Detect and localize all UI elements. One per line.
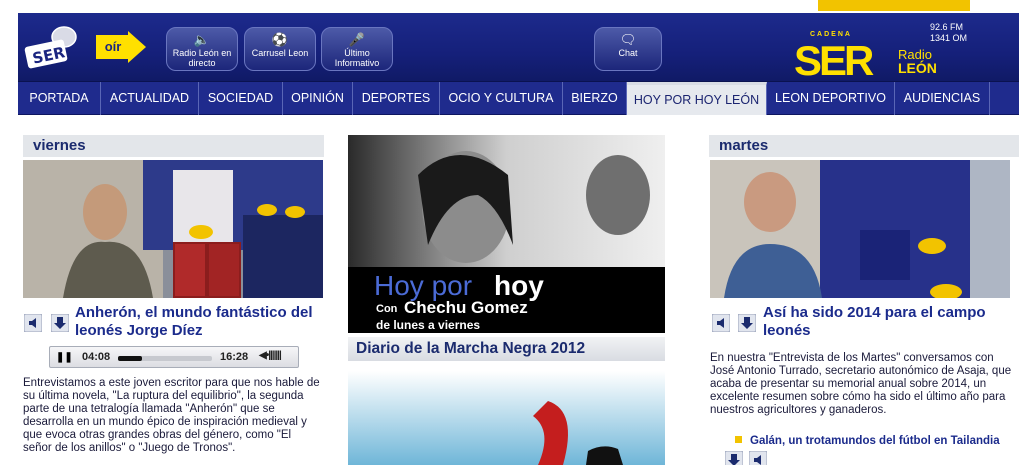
tab-hoy-por-hoy-leon[interactable]: HOY POR HOY LEÓN — [627, 82, 767, 115]
download-arrow-icon[interactable] — [51, 314, 69, 332]
ser-small-logo[interactable]: SER — [24, 23, 84, 73]
player-current-time: 04:08 — [82, 351, 111, 363]
middle-subtitle[interactable]: Diario de la Marcha Negra 2012 — [348, 337, 665, 361]
related-story-label: Galán, un trotamundos del fútbol en Tail… — [750, 435, 1000, 447]
right-story-photo[interactable] — [710, 160, 1010, 298]
chat-button[interactable]: 🗨 Chat — [594, 27, 662, 71]
top-ad-banner[interactable] — [818, 0, 970, 11]
related-story-link[interactable]: Galán, un trotamundos del fútbol en Tail… — [735, 435, 1000, 447]
tab-sociedad[interactable]: SOCIEDAD — [199, 82, 283, 115]
tab-portada[interactable]: PORTADA — [18, 82, 101, 115]
freq-om: 1341 OM — [930, 33, 968, 43]
freq-fm: 92.6 FM — [930, 22, 964, 32]
volume-icon[interactable]: ◀•||||||| — [259, 350, 282, 361]
download-arrow-icon[interactable] — [725, 451, 743, 465]
top-ad-strip — [0, 0, 1033, 13]
radio-leon-directo-button[interactable]: 🔈 Radio León en directo — [166, 27, 238, 71]
hoy-por-hoy-banner[interactable]: Hoy por hoy Con Chechu Gomez de lunes a … — [348, 135, 665, 333]
oir-arrow-icon — [128, 31, 146, 63]
tab-ocio-y-cultura[interactable]: OCIO Y CULTURA — [440, 82, 563, 115]
ultimo-informativo-button[interactable]: 🎤 Último Informativo — [321, 27, 393, 71]
banner-days: de lunes a viernes — [376, 318, 480, 332]
left-story-title[interactable]: Anherón, el mundo fantástico del leonés … — [75, 304, 325, 340]
player-total-time: 16:28 — [220, 351, 249, 363]
marcha-negra-photo[interactable] — [348, 371, 665, 465]
tab-opinion[interactable]: OPINIÓN — [283, 82, 353, 115]
speaker-play-icon[interactable] — [24, 314, 42, 332]
soccer-ball-icon: ⚽ — [271, 32, 289, 47]
left-day-heading: viernes — [20, 135, 324, 157]
site-header: SER oír 🔈 Radio León en directo ⚽ Carrus… — [18, 13, 1019, 82]
banner-name: Chechu Gomez — [404, 298, 528, 317]
chat-bubble-icon: 🗨 — [619, 32, 637, 47]
banner-hoy-por: Hoy por — [374, 270, 472, 301]
tab-bierzo[interactable]: BIERZO — [563, 82, 627, 115]
tab-leon-deportivo[interactable]: LEON DEPORTIVO — [767, 82, 895, 115]
chat-label: Chat — [618, 48, 638, 58]
player-progress-fill — [118, 356, 142, 361]
bullet-square-icon — [735, 436, 742, 443]
oir-label: oír — [96, 35, 130, 59]
right-story-title[interactable]: Así ha sido 2014 para el campo leonés — [763, 304, 1013, 340]
main-nav: PORTADA ACTUALIDAD SOCIEDAD OPINIÓN DEPO… — [18, 82, 1019, 115]
microphone-icon: 🎤 — [348, 32, 366, 47]
tab-audiencias[interactable]: AUDIENCIAS — [895, 82, 990, 115]
frequencies: 92.6 FM 1341 OM — [930, 22, 967, 44]
speaker-play-icon[interactable] — [712, 314, 730, 332]
download-arrow-icon[interactable] — [738, 314, 756, 332]
page: SER oír 🔈 Radio León en directo ⚽ Carrus… — [0, 0, 1033, 465]
audio-player[interactable]: ❚❚ 04:08 16:28 ◀•||||||| — [49, 346, 299, 368]
brand-main: SER — [794, 37, 874, 79]
oir-listen-button[interactable]: oír — [96, 31, 148, 63]
speaker-play-icon[interactable] — [749, 451, 767, 465]
speaker-icon: 🔈 — [193, 32, 211, 47]
right-day-heading: martes — [706, 135, 1019, 157]
tab-actualidad[interactable]: ACTUALIDAD — [101, 82, 199, 115]
carrusel-leon-button[interactable]: ⚽ Carrusel Leon — [244, 27, 316, 71]
brand-city: LEÓN — [898, 59, 937, 76]
ultimo-informativo-label: Último Informativo — [334, 48, 380, 68]
right-story-body: En nuestra "Entrevista de los Martes" co… — [710, 352, 1012, 416]
carrusel-leon-label: Carrusel Leon — [251, 48, 309, 58]
tab-deportes[interactable]: DEPORTES — [353, 82, 440, 115]
player-progress-bar[interactable] — [118, 356, 212, 361]
left-story-photo[interactable] — [23, 160, 323, 298]
banner-hoy: hoy — [494, 270, 544, 301]
left-story-body: Entrevistamos a este joven escritor para… — [23, 377, 320, 454]
pause-icon[interactable]: ❚❚ — [56, 351, 73, 364]
radio-leon-directo-label: Radio León en directo — [172, 48, 232, 68]
banner-con: Con — [376, 303, 398, 315]
